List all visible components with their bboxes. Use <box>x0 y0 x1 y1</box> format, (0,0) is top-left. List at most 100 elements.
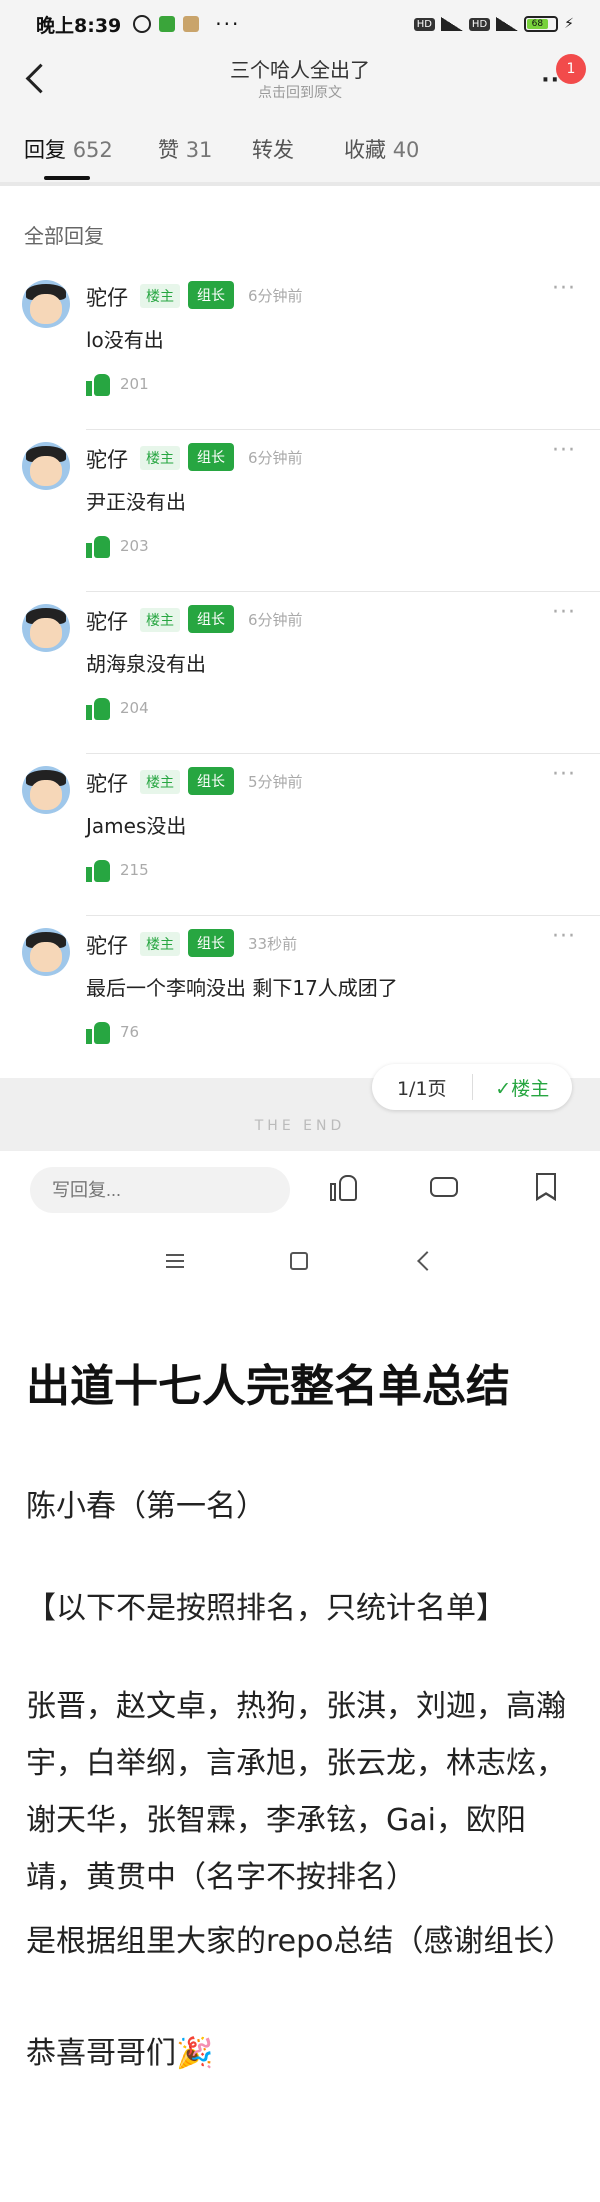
like-button[interactable]: 203 <box>86 534 149 558</box>
like-button[interactable]: 201 <box>86 372 149 396</box>
leader-tag: 组长 <box>188 929 234 957</box>
avatar[interactable] <box>22 604 70 652</box>
the-end-label: THE END <box>254 1118 346 1134</box>
article-paragraph: 张晋，赵文卓，热狗，张淇，刘迦，高瀚宇，白举纲，言承旭，张云龙，林志炫，谢天华，… <box>26 1689 566 1895</box>
tab-favorites[interactable]: 收藏 40 <box>344 134 419 164</box>
more-icon[interactable]: ··· <box>552 600 576 625</box>
like-count: 203 <box>120 537 149 555</box>
signal-icon-2 <box>496 17 519 31</box>
section-title: 全部回复 <box>24 224 104 248</box>
thumbs-up-icon <box>86 858 110 882</box>
page-control: 1/1页 ✓楼主 <box>372 1064 572 1110</box>
reply-text: 最后一个李响没出 剩下17人成团了 <box>86 976 398 1000</box>
app-notification-icon <box>159 16 176 32</box>
thumbs-up-icon <box>86 372 110 396</box>
more-icon[interactable]: ··· <box>552 438 576 463</box>
like-icon[interactable] <box>328 1171 360 1203</box>
reply-input[interactable] <box>30 1167 290 1213</box>
thumbs-up-icon <box>86 696 110 720</box>
reply-text: 尹正没有出 <box>86 490 186 514</box>
like-count: 76 <box>120 1023 140 1041</box>
like-count: 201 <box>120 375 149 393</box>
reply-time: 6分钟前 <box>248 611 303 629</box>
page-title[interactable]: 三个哈人全出了 <box>0 54 600 83</box>
tab-replies[interactable]: 回复 652 <box>24 134 113 164</box>
more-icon[interactable]: ··· <box>552 924 576 949</box>
username[interactable]: 驼仔 <box>86 444 128 474</box>
page-indicator[interactable]: 1/1页 <box>372 1074 472 1101</box>
like-count: 204 <box>120 699 149 717</box>
poster-tag: 楼主 <box>140 932 180 956</box>
poster-tag: 楼主 <box>140 284 180 308</box>
article-paragraph: 是根据组里大家的repo总结（感谢组长） <box>26 1924 574 1959</box>
reply-item: 驼仔 楼主 组长 33秒前 ··· 最后一个李响没出 剩下17人成团了 76 <box>0 916 600 1078</box>
back-to-original-link[interactable]: 点击回到原文 <box>0 82 600 102</box>
leader-tag: 组长 <box>188 443 234 471</box>
reply-text: lo没有出 <box>86 328 164 352</box>
system-nav-bar <box>0 1226 600 1300</box>
thumbs-up-icon <box>86 534 110 558</box>
tab-likes[interactable]: 赞 31 <box>158 134 212 164</box>
leader-tag: 组长 <box>188 281 234 309</box>
avatar[interactable] <box>22 280 70 328</box>
tab-bar: 回复 652 赞 31 转发 收藏 40 <box>0 110 600 186</box>
article-paragraph: 陈小春（第一名） <box>26 1489 266 1524</box>
nav-back-icon[interactable] <box>417 1251 437 1271</box>
tab-count: 652 <box>72 138 113 162</box>
top-header: 三个哈人全出了 点击回到原文 ·· 1 <box>0 48 600 110</box>
reply-item: 驼仔 楼主 组长 6分钟前 ··· lo没有出 201 <box>0 268 600 430</box>
thumbs-up-icon <box>86 1020 110 1044</box>
menu-icon[interactable] <box>166 1254 184 1268</box>
status-time: 晚上8:39 <box>36 14 122 37</box>
reply-time: 6分钟前 <box>248 287 303 305</box>
tab-count: 31 <box>185 138 213 162</box>
poster-tag: 楼主 <box>140 770 180 794</box>
article-paragraph: 【以下不是按照排名，只统计名单】 <box>26 1591 506 1626</box>
more-icon[interactable]: ··· <box>552 276 576 301</box>
bookmark-icon[interactable] <box>530 1171 562 1203</box>
poster-tag: 楼主 <box>140 608 180 632</box>
article-paragraph: 恭喜哥哥们🎉 <box>26 2036 214 2071</box>
article-title: 出道十七人完整名单总结 <box>26 1361 510 1412</box>
reply-time: 5分钟前 <box>248 773 303 791</box>
status-more-dots: ··· <box>215 12 241 36</box>
alarm-icon <box>133 15 152 33</box>
reply-item: 驼仔 楼主 组长 6分钟前 ··· 尹正没有出 203 <box>0 430 600 592</box>
poster-tag: 楼主 <box>140 446 180 470</box>
tab-label: 赞 <box>158 138 179 162</box>
tab-label: 转发 <box>252 138 294 162</box>
hd-icon: HD <box>413 17 435 31</box>
status-right-icons: HD HD 68 ⚡ <box>413 16 574 32</box>
reply-text: James没出 <box>86 814 187 838</box>
username[interactable]: 驼仔 <box>86 768 128 798</box>
home-icon[interactable] <box>290 1252 308 1270</box>
username[interactable]: 驼仔 <box>86 282 128 312</box>
status-notification-icons <box>133 15 200 33</box>
only-poster-button[interactable]: ✓楼主 <box>473 1074 573 1101</box>
avatar[interactable] <box>22 928 70 976</box>
avatar[interactable] <box>22 766 70 814</box>
avatar[interactable] <box>22 442 70 490</box>
bottom-action-bar <box>0 1150 600 1227</box>
status-bar: 晚上8:39 ··· HD HD 68 ⚡ <box>0 0 600 48</box>
more-icon[interactable]: ··· <box>552 762 576 787</box>
notification-badge[interactable]: 1 <box>556 54 586 84</box>
leader-tag: 组长 <box>188 605 234 633</box>
like-button[interactable]: 76 <box>86 1020 139 1044</box>
battery-icon: 68 <box>524 16 559 32</box>
tab-reposts[interactable]: 转发 <box>252 134 294 164</box>
repost-icon[interactable] <box>428 1171 460 1203</box>
active-tab-indicator <box>44 176 90 180</box>
username[interactable]: 驼仔 <box>86 930 128 960</box>
like-count: 215 <box>120 861 149 879</box>
tab-count: 40 <box>392 138 420 162</box>
like-button[interactable]: 215 <box>86 858 149 882</box>
charging-icon: ⚡ <box>564 16 574 32</box>
reply-time: 6分钟前 <box>248 449 303 467</box>
hd-icon-2: HD <box>468 17 491 31</box>
battery-level: 68 <box>527 19 548 29</box>
reply-time: 33秒前 <box>248 935 298 953</box>
tab-label: 收藏 <box>344 138 386 162</box>
like-button[interactable]: 204 <box>86 696 149 720</box>
username[interactable]: 驼仔 <box>86 606 128 636</box>
